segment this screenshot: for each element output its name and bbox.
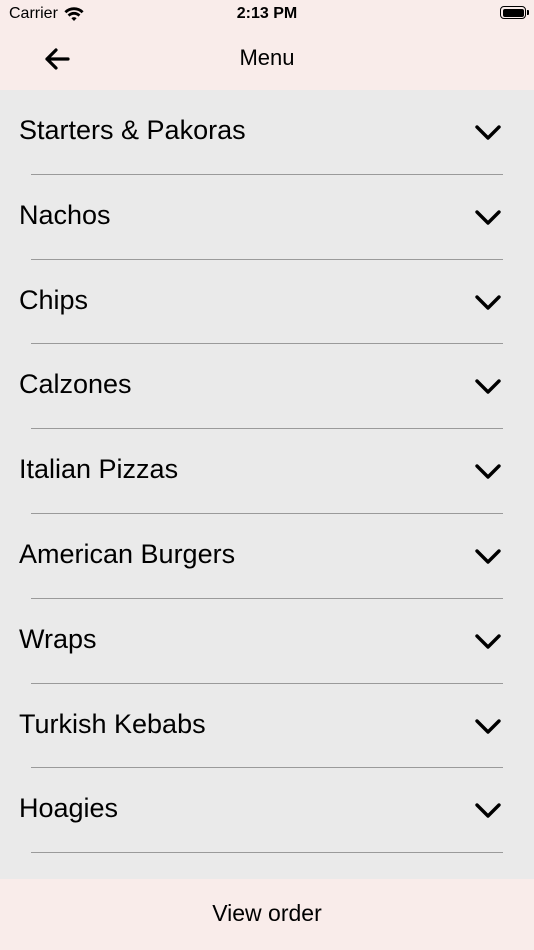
battery-icon [500, 6, 529, 19]
chevron-down-icon [475, 464, 501, 479]
category-label: American Burgers [19, 538, 236, 569]
category-row[interactable]: Italian Pizzas [0, 429, 534, 514]
chevron-down-icon [475, 718, 501, 734]
category-label: Nachos [19, 199, 111, 230]
category-row[interactable]: Wraps [0, 599, 534, 684]
chevron-down-icon [475, 634, 501, 649]
page-title: Menu [239, 45, 295, 70]
status-bar: Carrier 2:13 PM [0, 0, 534, 28]
category-row[interactable]: Chips [0, 260, 534, 345]
divider [31, 852, 503, 854]
category-label: Italian Pizzas [19, 454, 179, 485]
view-order-label: View order [212, 900, 322, 926]
category-label: Wraps [19, 623, 97, 654]
menu-screen: Carrier 2:13 PM Menu Starters & Pakoras … [0, 0, 534, 950]
chevron-down-icon [475, 294, 501, 310]
category-row[interactable]: Starters & Pakoras [0, 90, 534, 175]
category-row[interactable]: Hoagies [0, 768, 534, 854]
chevron-down-icon [475, 803, 501, 819]
chevron-down-icon [475, 549, 501, 564]
navigation-bar: Menu [0, 28, 534, 90]
chevron-down-icon [475, 379, 501, 395]
category-label: Turkish Kebabs [19, 708, 206, 739]
category-row[interactable]: Turkish Kebabs [0, 684, 534, 769]
clock: 2:13 PM [236, 5, 298, 22]
category-label: Starters & Pakoras [19, 115, 246, 145]
category-list: Starters & Pakoras Nachos Chips Calzones… [0, 90, 534, 879]
chevron-down-icon [475, 125, 501, 140]
category-label: Hoagies [19, 793, 119, 824]
category-row[interactable]: Nachos [0, 175, 534, 260]
category-label: Calzones [19, 369, 132, 400]
category-row[interactable]: American Burgers [0, 514, 534, 599]
chevron-down-icon [475, 210, 501, 225]
view-order-button[interactable]: View order [0, 879, 534, 950]
category-label: Chips [19, 284, 89, 315]
category-row[interactable]: Calzones [0, 344, 534, 430]
